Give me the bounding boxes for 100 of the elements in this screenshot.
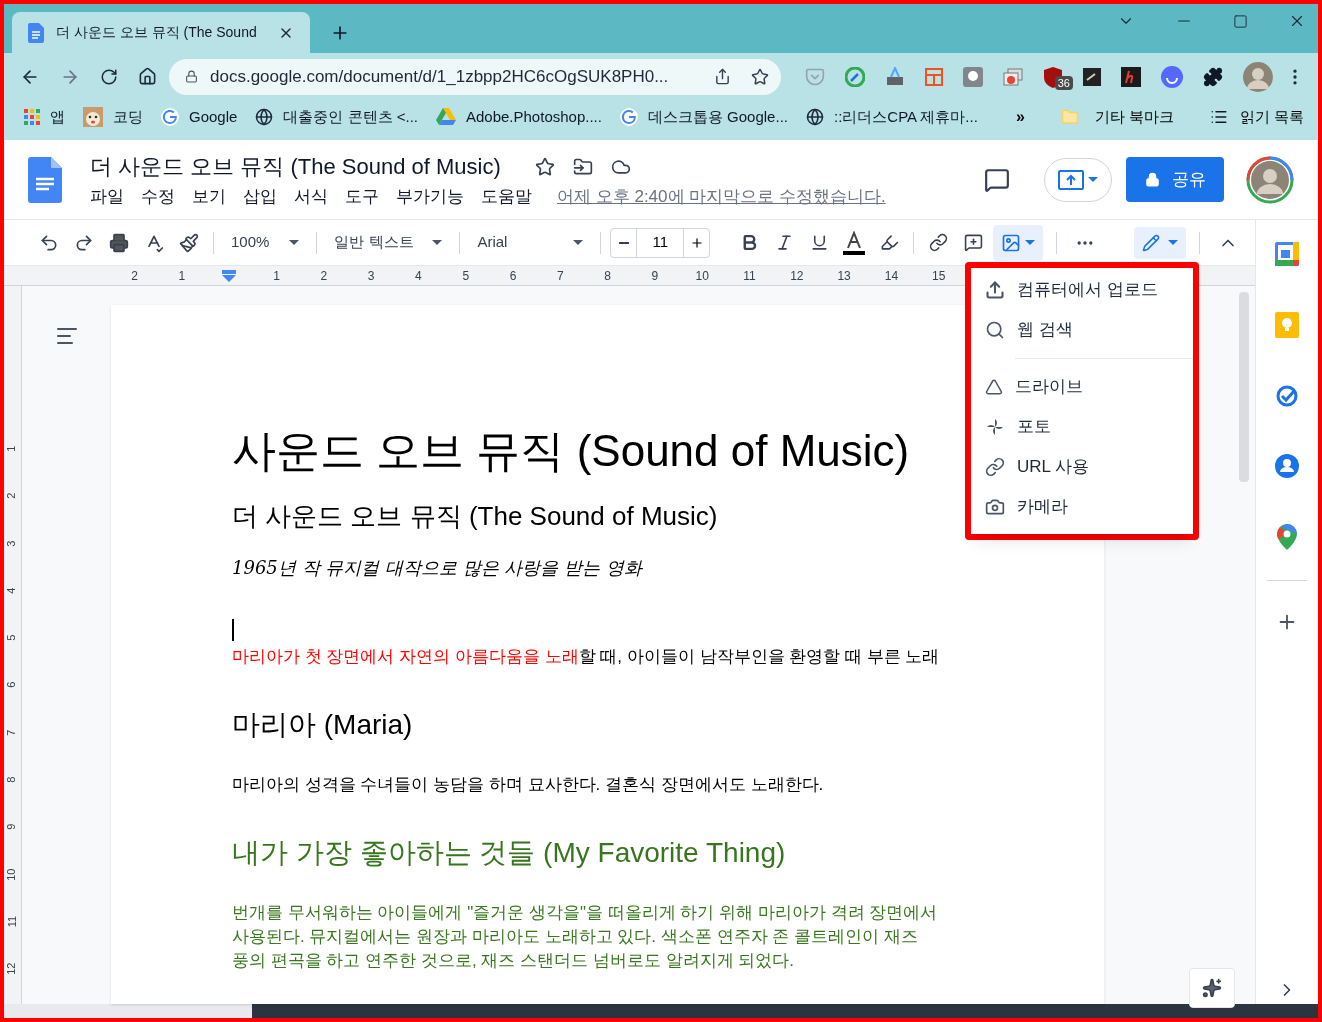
ruler-number: 10: [5, 868, 20, 881]
browser-tab[interactable]: 더 사운드 오브 뮤직 (The Sound: [12, 12, 310, 53]
globe-icon: [255, 108, 274, 126]
home-icon[interactable]: [138, 67, 157, 86]
insert-image-button[interactable]: [993, 224, 1044, 261]
google-logo-icon: [161, 108, 179, 126]
pencil-icon: [1142, 233, 1160, 252]
bookmark-link[interactable]: 데스크톱용 Google...: [619, 104, 788, 130]
ruler-number: 14: [883, 267, 900, 285]
image-icon: [1001, 232, 1022, 253]
tasks-icon[interactable]: [1275, 384, 1299, 408]
sparkle-icon: [1202, 978, 1222, 998]
search-icon: [985, 320, 1005, 340]
indent-marker[interactable]: [222, 269, 237, 282]
calendar-icon[interactable]: [1275, 242, 1299, 266]
style-dropdown[interactable]: 일반 텍스트: [326, 227, 451, 258]
folder-icon: [1060, 108, 1079, 126]
ruler-number: 4: [414, 267, 423, 285]
reload-icon[interactable]: [100, 67, 118, 86]
menu-item[interactable]: 도움말: [481, 183, 532, 210]
text-cursor: [232, 619, 234, 641]
layout-icon[interactable]: [925, 67, 943, 86]
more-bookmarks-button[interactable]: »: [1015, 104, 1025, 130]
menu-item[interactable]: 도구: [345, 183, 379, 210]
document-name[interactable]: 더 사운드 오브 뮤직 (The Sound of Music): [90, 150, 501, 183]
camera-icon: [985, 497, 1005, 517]
caret-icon: [432, 240, 443, 245]
paragraph: 마리아의 성격을 수녀들이 농담을 하며 묘사한다. 결혼식 장면에서도 노래한다.: [232, 774, 825, 796]
menu-item-label: 컴퓨터에서 업로드: [1017, 279, 1158, 302]
ruler-number: 7: [5, 729, 20, 736]
avatar-icon[interactable]: [1246, 155, 1294, 204]
docs-logo-icon: [28, 156, 62, 203]
ruler-number: 12: [5, 962, 20, 976]
star-icon[interactable]: [534, 156, 555, 177]
menu-item[interactable]: 수정: [141, 183, 175, 210]
ruler-number: 7: [555, 267, 565, 285]
section-heading: 마리아 (Maria): [232, 708, 413, 742]
menu-item[interactable]: 컴퓨터에서 업로드: [971, 270, 1193, 310]
caret-icon: [1088, 177, 1098, 182]
tab-title: 더 사운드 오브 뮤직 (The Sound: [56, 23, 258, 42]
caret-icon: [289, 240, 300, 245]
minus-icon: [618, 241, 629, 244]
link-icon: [985, 457, 1005, 477]
scrollbar-thumb[interactable]: [1239, 292, 1249, 482]
address-bar[interactable]: docs.google.com/document/d/1_1zbpp2HC6cOgSUK8PH0...: [169, 58, 781, 95]
bulb-icon[interactable]: [963, 66, 983, 87]
bookmark-star-icon[interactable]: [751, 67, 769, 86]
script-h-icon[interactable]: [1121, 66, 1141, 87]
menu-item[interactable]: 서식: [294, 183, 328, 210]
terminal-icon[interactable]: [1083, 67, 1101, 86]
reading-list-button[interactable]: 읽기 목록: [1209, 104, 1305, 130]
caret-icon: [573, 240, 584, 245]
menu-item[interactable]: 카메라: [971, 487, 1193, 527]
caret-icon: [1168, 240, 1178, 245]
google-logo-icon: [619, 108, 638, 126]
bookmark-link[interactable]: ::리더스CPA 제휴마...: [805, 104, 978, 130]
menu-item-label: 포토: [1017, 416, 1051, 439]
bookmark-link[interactable]: 코딩: [83, 104, 143, 130]
menu-item-label: 웹 검색: [1017, 319, 1073, 342]
document-subtitle: 더 사운드 오브 뮤직 (The Sound of Music): [232, 500, 718, 533]
menu-item[interactable]: 드라이브: [971, 367, 1193, 407]
ruler-number: 10: [694, 267, 710, 285]
ruler-number: 1: [5, 445, 20, 452]
menu-item[interactable]: 파일: [90, 183, 124, 210]
bookmark-link[interactable]: Adobe.Photoshop....: [436, 104, 602, 130]
smile-circle-icon[interactable]: [1161, 65, 1183, 88]
share-button[interactable]: 공유: [1126, 157, 1224, 202]
move-folder-icon[interactable]: [572, 156, 593, 177]
menu-item[interactable]: 삽입: [243, 183, 277, 210]
comments-icon[interactable]: [984, 166, 1010, 193]
ruler-number: 1: [272, 267, 281, 285]
lock-icon: [185, 70, 198, 83]
menu-item[interactable]: 포토: [971, 407, 1193, 447]
explore-button[interactable]: [1189, 968, 1235, 1008]
plus-icon: [689, 235, 704, 250]
ruler-number: 6: [5, 682, 20, 689]
ruler-number: 13: [836, 267, 852, 285]
bookmark-link[interactable]: 앱: [24, 104, 65, 130]
keyboard-icon[interactable]: [885, 66, 905, 87]
zoom-dropdown[interactable]: 100%: [223, 227, 308, 258]
menu-item[interactable]: 웹 검색: [971, 310, 1193, 350]
maximize-icon[interactable]: [1233, 13, 1248, 29]
map-pin-icon[interactable]: [1277, 524, 1297, 550]
menu-item[interactable]: 보기: [192, 183, 226, 210]
menu-item[interactable]: URL 사용: [971, 447, 1193, 487]
bookmark-link[interactable]: Google: [161, 104, 238, 130]
extensions-icon[interactable]: [1203, 66, 1223, 87]
bookmark-folder[interactable]: 기타 북마크: [1060, 104, 1174, 130]
last-edit-link[interactable]: 어제 오후 2:40에 마지막으로 수정했습니다.: [557, 183, 886, 210]
share-icon[interactable]: [714, 68, 731, 85]
font-dropdown[interactable]: Arial: [469, 227, 592, 258]
editing-mode-button[interactable]: [1134, 226, 1186, 259]
ruler-number: 15: [931, 267, 947, 285]
menu-item[interactable]: 부가기능: [396, 183, 464, 210]
bookmark-link[interactable]: 대출중인 콘텐츠 <...: [255, 104, 418, 130]
globe-icon: [805, 108, 824, 126]
contacts-icon[interactable]: [1275, 454, 1299, 478]
ruler-number: 2: [5, 492, 20, 499]
windows-icon[interactable]: [1003, 66, 1023, 87]
avatar-icon[interactable]: [1243, 61, 1273, 92]
